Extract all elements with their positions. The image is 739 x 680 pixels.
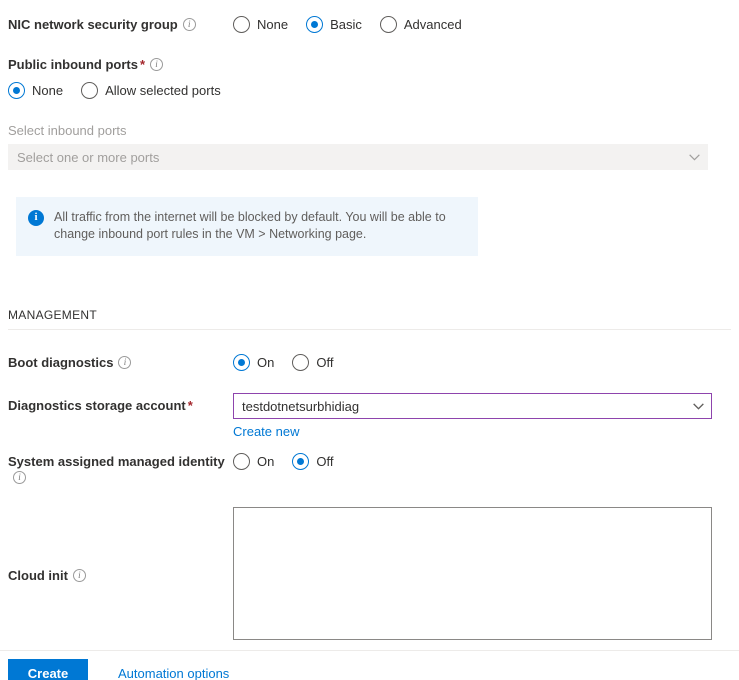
select-inbound-ports-dropdown[interactable]: Select one or more ports xyxy=(8,144,708,170)
nic-nsg-label: NIC network security group xyxy=(8,17,178,32)
public-inbound-ports-radio-group: None Allow selected ports xyxy=(8,82,731,99)
radio-circle xyxy=(233,354,250,371)
diagnostics-storage-account-field-col: testdotnetsurbhidiag Create new xyxy=(233,393,731,439)
public-inbound-ports-option-allow-selected[interactable]: Allow selected ports xyxy=(81,82,221,99)
cloud-init-row: Cloud init xyxy=(8,507,731,643)
diagnostics-storage-account-label-col: Diagnostics storage account * xyxy=(8,393,233,414)
boot-diagnostics-field-col: On Off xyxy=(233,354,731,371)
info-icon[interactable] xyxy=(182,18,196,31)
management-section-header: MANAGEMENT xyxy=(8,308,731,330)
radio-circle xyxy=(292,354,310,371)
radio-label: None xyxy=(257,16,289,32)
select-inbound-ports-placeholder: Select one or more ports xyxy=(17,149,160,165)
required-asterisk: * xyxy=(187,398,193,413)
nic-nsg-option-basic[interactable]: Basic xyxy=(306,16,362,33)
nic-nsg-field-col: None Basic Advanced xyxy=(233,16,731,33)
system-assigned-identity-field-col: On Off xyxy=(233,453,731,470)
cloud-init-label: Cloud init xyxy=(8,567,68,583)
chevron-down-icon xyxy=(689,154,700,163)
radio-label: Basic xyxy=(330,16,362,32)
vm-create-management-page: NIC network security group None Basic Ad… xyxy=(0,16,739,680)
radio-circle xyxy=(81,82,99,99)
public-inbound-ports-block: Public inbound ports* None Allow selecte… xyxy=(8,57,731,99)
radio-circle xyxy=(379,16,397,33)
select-inbound-ports-block: Select inbound ports Select one or more … xyxy=(8,123,731,170)
footer-action-bar: Create Automation options xyxy=(0,650,739,680)
system-assigned-identity-radio-group: On Off xyxy=(233,453,731,470)
radio-circle xyxy=(8,82,25,99)
form-content: NIC network security group None Basic Ad… xyxy=(0,16,739,643)
info-icon[interactable] xyxy=(13,471,26,484)
radio-label: On xyxy=(257,354,275,370)
management-section-title: MANAGEMENT xyxy=(8,308,98,322)
info-circle-icon xyxy=(28,209,44,226)
boot-diagnostics-label: Boot diagnostics xyxy=(8,355,114,370)
nic-nsg-radio-group: None Basic Advanced xyxy=(233,16,731,33)
public-inbound-ports-label-row: Public inbound ports * xyxy=(8,57,731,72)
select-inbound-ports-label: Select inbound ports xyxy=(8,123,127,138)
public-inbound-ports-option-none[interactable]: None xyxy=(8,82,63,99)
info-icon[interactable] xyxy=(118,356,132,369)
diagnostics-storage-account-row: Diagnostics storage account * testdotnets… xyxy=(8,393,731,439)
radio-label: Allow selected ports xyxy=(105,82,221,98)
diagnostics-storage-account-value: testdotnetsurbhidiag xyxy=(242,398,360,414)
nic-network-security-group-row: NIC network security group None Basic Ad… xyxy=(8,16,731,33)
inbound-ports-info-banner: All traffic from the internet will be bl… xyxy=(16,197,478,256)
nic-nsg-label-col: NIC network security group xyxy=(8,16,233,33)
system-assigned-identity-option-on[interactable]: On xyxy=(233,453,274,470)
radio-label: None xyxy=(32,82,64,98)
boot-diagnostics-radio-group: On Off xyxy=(233,354,731,371)
system-assigned-identity-option-off[interactable]: Off xyxy=(292,453,333,470)
diagnostics-storage-account-label: Diagnostics storage account xyxy=(8,398,186,413)
radio-label: Off xyxy=(316,453,334,469)
create-button[interactable]: Create xyxy=(8,659,88,680)
diagnostics-storage-account-dropdown[interactable]: testdotnetsurbhidiag xyxy=(233,393,712,419)
radio-circle xyxy=(233,453,250,470)
cloud-init-field-col xyxy=(233,507,731,643)
nic-nsg-option-advanced[interactable]: Advanced xyxy=(379,16,462,33)
boot-diagnostics-option-off[interactable]: Off xyxy=(292,354,333,371)
radio-label: Advanced xyxy=(403,16,462,32)
create-new-storage-account-link[interactable]: Create new xyxy=(233,424,299,439)
public-inbound-ports-label: Public inbound ports xyxy=(8,57,138,72)
cloud-init-textarea[interactable] xyxy=(233,507,712,640)
required-asterisk: * xyxy=(140,57,146,72)
boot-diagnostics-option-on[interactable]: On xyxy=(233,354,274,371)
system-assigned-identity-label-col: System assigned managed identity xyxy=(8,453,233,486)
boot-diagnostics-label-col: Boot diagnostics xyxy=(8,354,233,371)
banner-message: All traffic from the internet will be bl… xyxy=(54,210,446,241)
cloud-init-label-col: Cloud init xyxy=(8,567,233,584)
chevron-down-icon xyxy=(693,403,704,412)
system-assigned-identity-row: System assigned managed identity On Off xyxy=(8,453,731,486)
radio-label: On xyxy=(257,453,275,469)
radio-circle xyxy=(306,16,324,33)
system-assigned-identity-label: System assigned managed identity xyxy=(8,454,225,469)
radio-label: Off xyxy=(316,354,334,370)
info-icon[interactable] xyxy=(150,58,164,71)
automation-options-link[interactable]: Automation options xyxy=(118,666,229,680)
radio-circle xyxy=(233,16,250,33)
info-icon[interactable] xyxy=(72,568,86,582)
boot-diagnostics-row: Boot diagnostics On Off xyxy=(8,354,731,371)
nic-nsg-option-none[interactable]: None xyxy=(233,16,288,33)
radio-circle xyxy=(292,453,310,470)
